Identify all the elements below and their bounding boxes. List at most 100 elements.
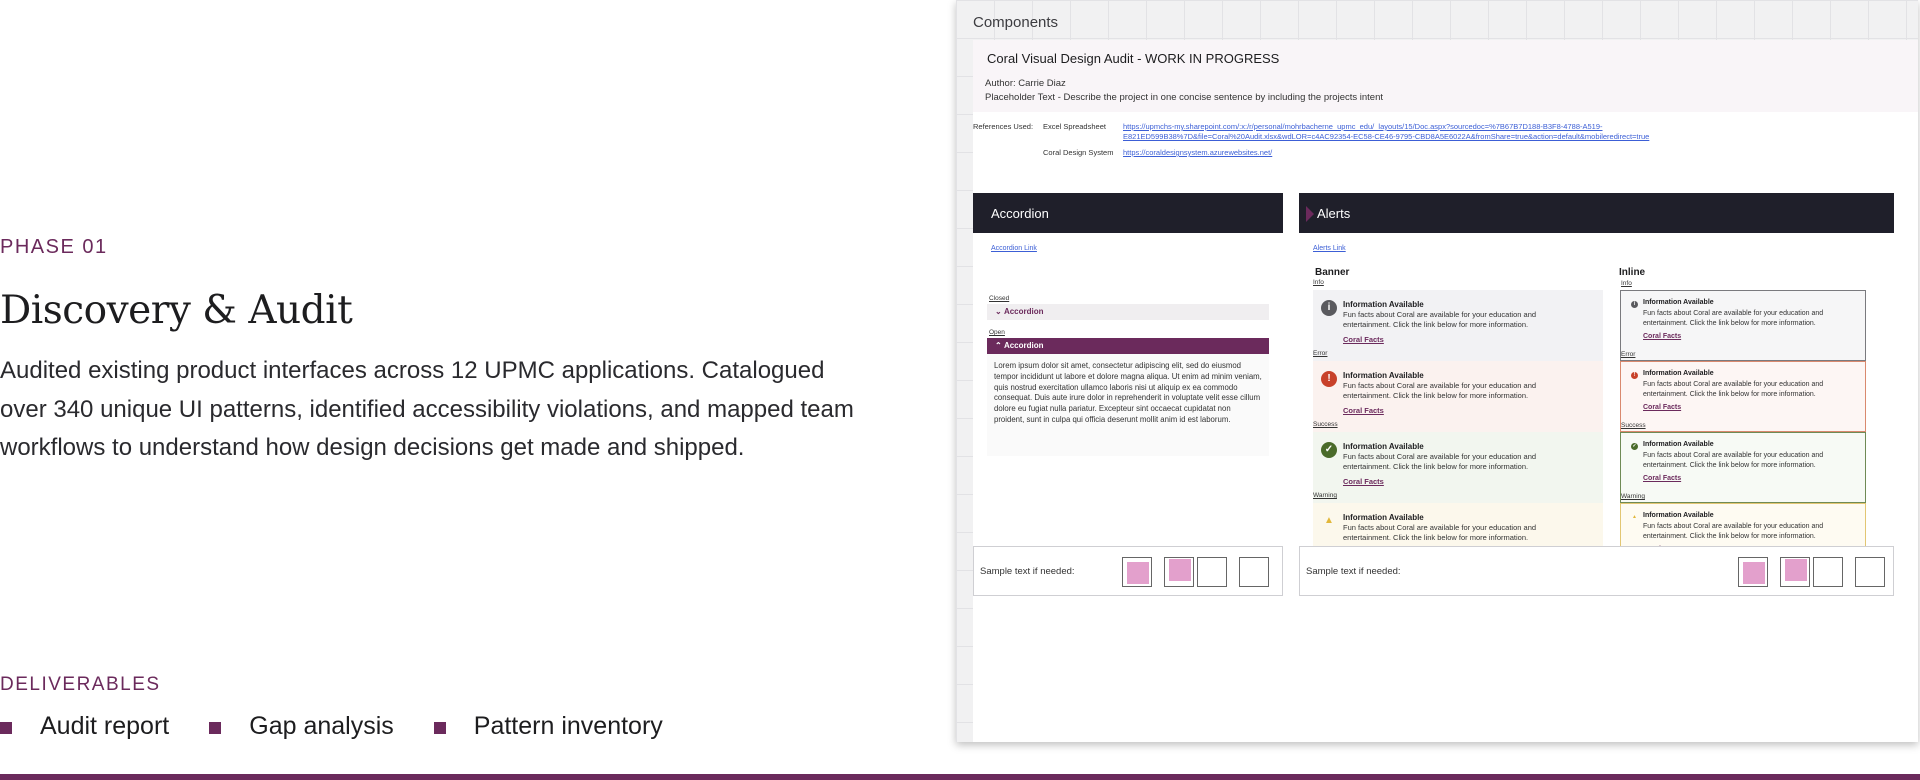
alert-link[interactable]: Coral Facts bbox=[1643, 404, 1681, 411]
swatch-empty[interactable] bbox=[1197, 557, 1227, 587]
inline-alert: Error! Information Available Fun facts abo… bbox=[1620, 351, 1866, 432]
alert-title: Information Available bbox=[1643, 441, 1714, 448]
accordion-open-item[interactable]: ⌃ Accordion bbox=[987, 338, 1269, 354]
alert-text: Fun facts about Coral are available for … bbox=[1343, 310, 1537, 329]
alert-link[interactable]: Coral Facts bbox=[1643, 333, 1681, 340]
alert-status-icon: ! bbox=[1321, 371, 1337, 387]
deliverable-item: Pattern inventory bbox=[433, 712, 663, 741]
caret-right-icon bbox=[1306, 206, 1314, 222]
alert-status-icon: ▲ bbox=[1632, 514, 1637, 520]
alert-link[interactable]: Coral Facts bbox=[1343, 477, 1384, 486]
chevron-up-icon: ⌃ bbox=[995, 341, 1004, 350]
components-panel: Components Coral Visual Design Audit - W… bbox=[956, 0, 1918, 742]
banner-alert: Success ✓ Information Available Fun facts a… bbox=[1313, 421, 1603, 503]
doc-placeholder: Placeholder Text - Describe the project … bbox=[985, 92, 1383, 103]
alert-title: Information Available bbox=[1343, 300, 1424, 309]
alert-title: Information Available bbox=[1643, 299, 1714, 306]
alert-type-label: Error bbox=[1621, 351, 1636, 358]
alert-title: Information Available bbox=[1343, 371, 1424, 380]
alert-text: Fun facts about Coral are available for … bbox=[1643, 310, 1824, 327]
alert-type-label: Success bbox=[1313, 421, 1338, 428]
alert-link[interactable]: Coral Facts bbox=[1343, 406, 1384, 415]
accordion-column: Accordion Accordion Link Closed ⌄ Accord… bbox=[973, 193, 1283, 543]
reference-link[interactable]: https://upmchs-my.sharepoint.com/:x:/r/p… bbox=[1123, 122, 1693, 142]
alert-text: Fun facts about Coral are available for … bbox=[1343, 523, 1537, 542]
accordion-open-label: Open bbox=[989, 329, 1005, 336]
banner-alert: Info i Information Available Fun facts abou… bbox=[1313, 279, 1603, 361]
phase-label: PHASE 01 bbox=[0, 236, 108, 258]
alert-text: Fun facts about Coral are available for … bbox=[1343, 381, 1537, 400]
reference-name: Coral Design System bbox=[1043, 148, 1114, 157]
alert-status-icon: ▲ bbox=[1324, 515, 1334, 526]
alert-type-label: Info bbox=[1313, 279, 1324, 286]
deliverables-list: Audit report Gap analysis Pattern invent… bbox=[0, 712, 703, 741]
inline-alert: Info i Information Available Fun facts abou… bbox=[1620, 280, 1866, 361]
alert-title: Information Available bbox=[1643, 370, 1714, 377]
reference-row: References Used: Excel Spreadsheet https… bbox=[973, 122, 1693, 142]
accordion-closed-item[interactable]: ⌄ Accordion bbox=[987, 304, 1269, 320]
alert-title: Information Available bbox=[1343, 513, 1424, 522]
swatch-empty[interactable] bbox=[1239, 557, 1269, 587]
panel-title: Components bbox=[973, 14, 1059, 31]
alert-title: Information Available bbox=[1343, 442, 1424, 451]
swatch-filled[interactable] bbox=[1122, 557, 1152, 587]
banner-alert: Error! Information Available Fun facts abo… bbox=[1313, 350, 1603, 432]
alert-link[interactable]: Coral Facts bbox=[1343, 335, 1384, 344]
chevron-down-icon: ⌄ bbox=[995, 307, 1004, 316]
alert-type-label: Warning bbox=[1313, 492, 1337, 499]
doc-title: Coral Visual Design Audit - WORK IN PROG… bbox=[987, 51, 1280, 66]
swatch-filled[interactable] bbox=[1164, 557, 1194, 587]
footer-text: Sample text if needed: bbox=[1306, 566, 1401, 577]
alert-text: Fun facts about Coral are available for … bbox=[1343, 452, 1537, 471]
reference-row: Coral Design System https://coraldesigns… bbox=[973, 148, 1693, 158]
bottom-rule bbox=[0, 774, 1920, 780]
references: References Used: Excel Spreadsheet https… bbox=[973, 122, 1693, 162]
reference-name: Excel Spreadsheet bbox=[1043, 122, 1106, 131]
square-bullet-icon bbox=[0, 721, 12, 734]
accordion-item-label: Accordion bbox=[1003, 307, 1044, 316]
banner-heading: Banner bbox=[1315, 267, 1350, 278]
phase-title: Discovery & Audit bbox=[0, 288, 353, 333]
alert-type-label: Info bbox=[1621, 280, 1632, 287]
alert-text: Fun facts about Coral are available for … bbox=[1643, 523, 1824, 540]
square-bullet-icon bbox=[209, 721, 222, 734]
alerts-header: Alerts bbox=[1299, 193, 1894, 233]
alert-status-icon: ✓ bbox=[1631, 443, 1638, 450]
alert-status-icon: ✓ bbox=[1321, 442, 1337, 458]
alert-text: Fun facts about Coral are available for … bbox=[1643, 452, 1824, 469]
audit-sheet: Coral Visual Design Audit - WORK IN PROG… bbox=[973, 40, 1918, 742]
alert-type-label: Success bbox=[1621, 422, 1646, 429]
swatch-filled[interactable] bbox=[1780, 557, 1810, 587]
alert-title: Information Available bbox=[1643, 512, 1714, 519]
inline-heading: Inline bbox=[1619, 267, 1646, 278]
deliverable-label: Gap analysis bbox=[249, 712, 394, 740]
accordion-footer: Sample text if needed: bbox=[973, 546, 1283, 596]
alert-text: Fun facts about Coral are available for … bbox=[1643, 381, 1824, 398]
phase-description: Audited existing product interfaces acro… bbox=[0, 357, 854, 461]
alert-status-icon: i bbox=[1631, 301, 1638, 308]
alert-type-label: Warning bbox=[1621, 493, 1645, 500]
accordion-body: Lorem ipsum dolor sit amet, consectetur … bbox=[987, 354, 1269, 456]
inline-alert: Success ✓ Information Available Fun facts a… bbox=[1620, 422, 1866, 503]
deliverable-item: Gap analysis bbox=[209, 712, 394, 741]
accordion-header: Accordion bbox=[973, 193, 1283, 233]
deliverables-label: DELIVERABLES bbox=[0, 674, 161, 695]
alert-status-icon: ! bbox=[1631, 372, 1638, 379]
accordion-closed-label: Closed bbox=[989, 295, 1010, 302]
alert-link[interactable]: Coral Facts bbox=[1643, 475, 1681, 482]
swatch-empty[interactable] bbox=[1813, 557, 1843, 587]
doc-header: Coral Visual Design Audit - WORK IN PROG… bbox=[973, 40, 1918, 112]
references-label: References Used: bbox=[973, 122, 1034, 131]
footer-text: Sample text if needed: bbox=[980, 566, 1075, 577]
swatch-filled[interactable] bbox=[1738, 557, 1768, 587]
deliverable-item: Audit report bbox=[0, 712, 169, 741]
reference-link[interactable]: https://coraldesignsystem.azurewebsites.… bbox=[1123, 148, 1693, 158]
alerts-footer: Sample text if needed: bbox=[1299, 546, 1894, 596]
swatch-empty[interactable] bbox=[1855, 557, 1885, 587]
alerts-link[interactable]: Alerts Link bbox=[1313, 245, 1346, 252]
accordion-item-label: Accordion bbox=[1003, 341, 1044, 350]
alert-status-icon: i bbox=[1321, 300, 1337, 316]
accordion-link[interactable]: Accordion Link bbox=[991, 245, 1037, 252]
deliverable-label: Audit report bbox=[40, 712, 170, 740]
alerts-column: Alerts Alerts Link Banner Inline Info i In… bbox=[1299, 193, 1894, 574]
